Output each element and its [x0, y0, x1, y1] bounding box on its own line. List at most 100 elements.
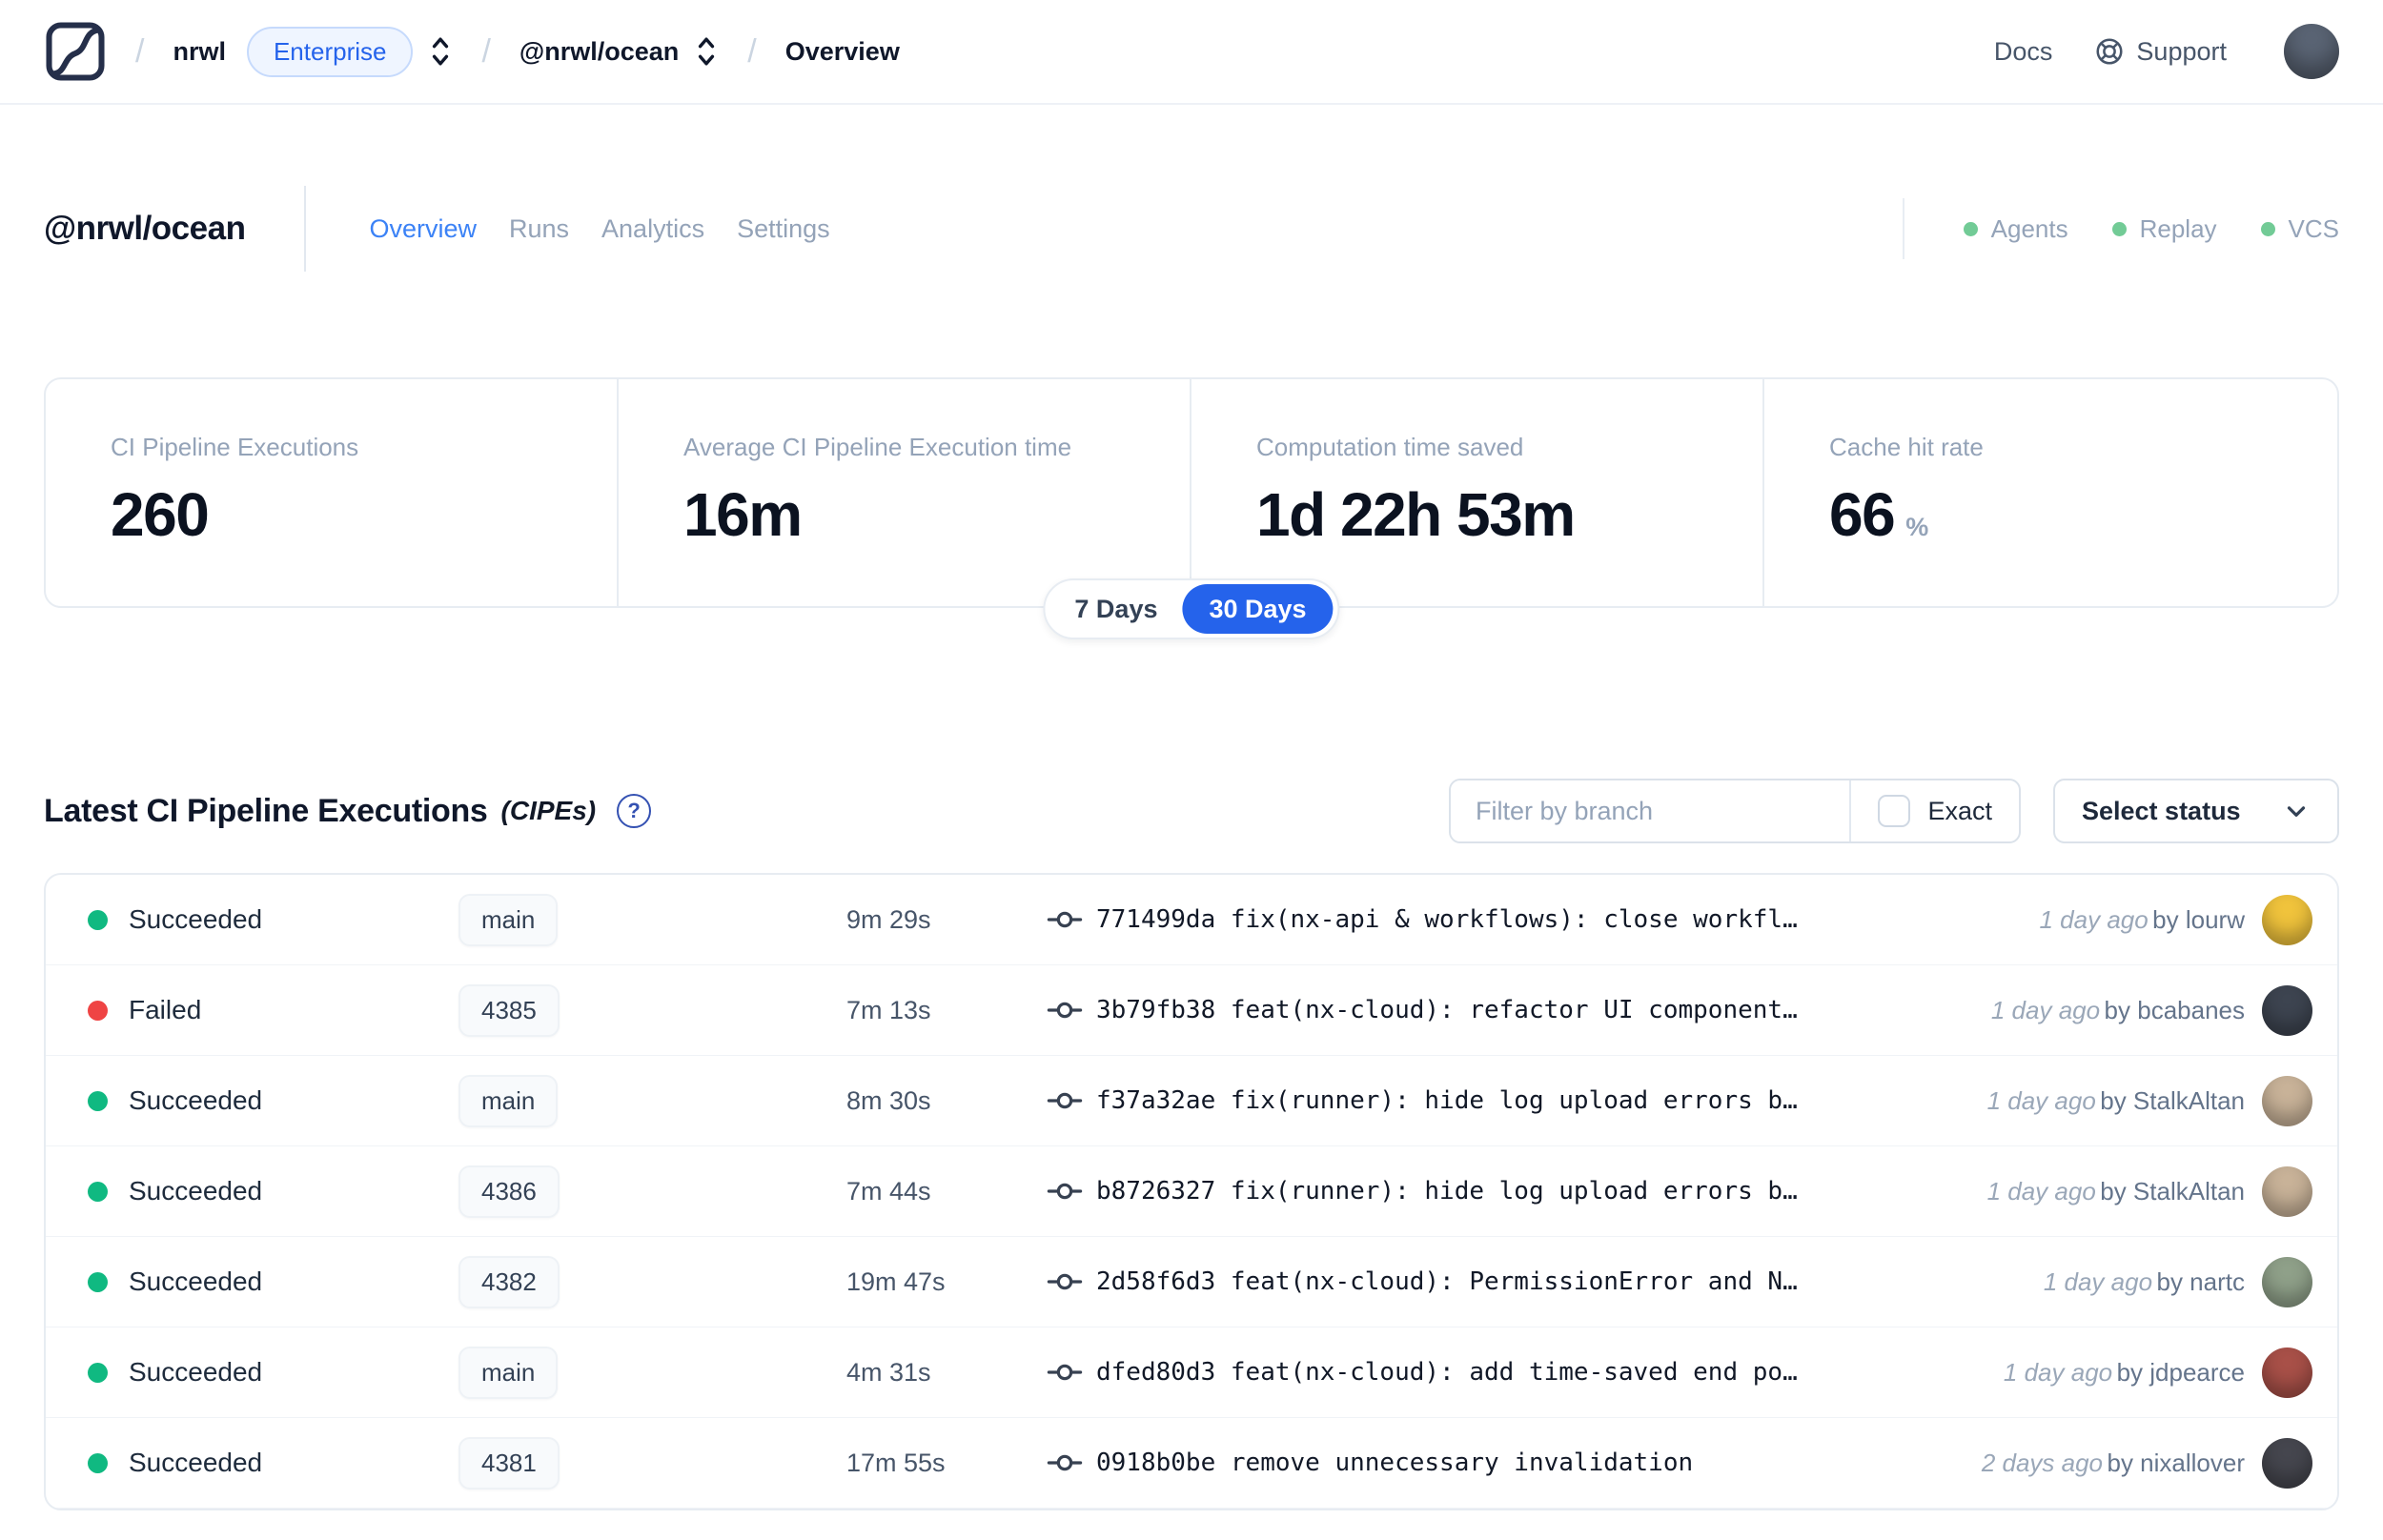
branch-badge[interactable]: 4385 — [458, 983, 560, 1037]
cipe-row[interactable]: Succeeded 4382 19m 47s 2d58f6d3 feat(nx-… — [46, 1237, 2337, 1327]
commit-message: dfed80d3 feat(nx-cloud): add time-saved … — [1096, 1358, 1798, 1387]
breadcrumb-separator: / — [481, 32, 491, 70]
duration-label: 9m 29s — [846, 904, 931, 934]
cipe-row[interactable]: Succeeded main 4m 31s dfed80d3 feat(nx-c… — [46, 1327, 2337, 1418]
tab-analytics[interactable]: Analytics — [601, 214, 704, 244]
avatar[interactable] — [2262, 984, 2312, 1036]
breadcrumb-org[interactable]: nrwl — [173, 37, 226, 67]
commit-message: 0918b0be remove unnecessary invalidation — [1096, 1449, 1694, 1477]
author-label: by jdpearce — [2116, 1357, 2245, 1387]
status-label: Succeeded — [129, 1085, 263, 1115]
exact-match-toggle[interactable]: Exact — [1849, 780, 2019, 841]
page-title: @nrwl/ocean — [44, 210, 246, 247]
range-7-days[interactable]: 7 Days — [1049, 584, 1182, 634]
exact-label: Exact — [1927, 796, 1992, 825]
status-label: Succeeded — [129, 904, 263, 934]
commit-message: 3b79fb38 feat(nx-cloud): refactor UI com… — [1096, 996, 1798, 1024]
status-dot-icon — [2111, 221, 2127, 236]
workspace-tabs: Overview Runs Analytics Settings — [369, 214, 829, 244]
divider — [304, 186, 307, 272]
status-cell: Succeeded — [88, 1176, 458, 1206]
branch-filter-input[interactable] — [1451, 780, 1850, 841]
duration-label: 8m 30s — [846, 1085, 931, 1115]
branch-badge[interactable]: main — [458, 893, 559, 946]
support-link[interactable]: Support — [2094, 36, 2227, 67]
commit-hash: f37a32ae — [1096, 1086, 1216, 1115]
branch-badge[interactable]: main — [458, 1346, 559, 1399]
avatar[interactable] — [2262, 894, 2312, 945]
time-ago-label: 1 day ago — [2039, 904, 2149, 934]
branch-cell: 4382 — [458, 1255, 846, 1308]
breadcrumb-workspace[interactable]: @nrwl/ocean — [519, 37, 679, 67]
feature-vcs: VCS — [2260, 214, 2339, 244]
user-avatar[interactable] — [2284, 24, 2339, 79]
branch-badge[interactable]: 4381 — [458, 1436, 560, 1489]
status-dot-icon — [88, 1362, 108, 1383]
status-label: Succeeded — [129, 1266, 263, 1296]
status-cell: Succeeded — [88, 1085, 458, 1116]
tab-overview[interactable]: Overview — [369, 214, 477, 244]
stat-card-cache-hit-rate: Cache hit rate 66% — [1829, 433, 1984, 549]
branch-cell: 4386 — [458, 1165, 846, 1218]
stat-value: 1d 22h 53m — [1256, 480, 1576, 549]
tab-runs[interactable]: Runs — [509, 214, 569, 244]
meta-cell: 1 day ago by StalkAltan — [1987, 1177, 2245, 1206]
cipe-table: Succeeded main 9m 29s 771499da fix(nx-ap… — [44, 873, 2339, 1510]
cipes-filters: Exact Select status — [1449, 779, 2339, 843]
status-cell: Succeeded — [88, 1448, 458, 1478]
duration-label: 7m 13s — [846, 995, 931, 1024]
breadcrumb-separator: / — [747, 32, 757, 70]
avatar[interactable] — [2262, 1165, 2312, 1217]
status-cell: Succeeded — [88, 904, 458, 935]
status-cell: Succeeded — [88, 1357, 458, 1388]
nx-cloud-logo-icon[interactable] — [44, 20, 107, 83]
cipe-row[interactable]: Succeeded main 8m 30s f37a32ae fix(runne… — [46, 1056, 2337, 1146]
stat-card-computation-time-saved: Computation time saved 1d 22h 53m — [1192, 379, 1764, 606]
chevron-down-icon — [2287, 806, 2306, 817]
git-commit-icon — [1047, 1354, 1083, 1390]
branch-badge[interactable]: main — [458, 1074, 559, 1127]
duration-label: 19m 47s — [846, 1266, 946, 1296]
commit-cell: dfed80d3 feat(nx-cloud): add time-saved … — [1047, 1354, 1985, 1390]
cipe-row[interactable]: Succeeded 4386 7m 44s b8726327 fix(runne… — [46, 1146, 2337, 1237]
org-switcher-icon[interactable] — [428, 36, 453, 67]
meta-cell: 1 day ago by lourw — [2040, 905, 2246, 935]
lifebuoy-icon — [2096, 38, 2123, 65]
commit-cell: f37a32ae fix(runner): hide log upload er… — [1047, 1083, 1968, 1119]
git-commit-icon — [1047, 1264, 1083, 1300]
stat-value: 66 — [1829, 480, 1896, 549]
status-cell: Failed — [88, 995, 458, 1025]
range-30-days[interactable]: 30 Days — [1182, 584, 1334, 634]
status-dot-icon — [88, 1000, 108, 1021]
author-label: by bcabanes — [2104, 995, 2245, 1024]
author-label: by StalkAltan — [2100, 1176, 2245, 1206]
git-commit-icon — [1047, 992, 1083, 1028]
avatar[interactable] — [2262, 1437, 2312, 1489]
status-dot-icon — [1963, 221, 1978, 236]
cipe-table-body: Succeeded main 9m 29s 771499da fix(nx-ap… — [46, 875, 2337, 1509]
commit-hash: dfed80d3 — [1096, 1358, 1216, 1387]
branch-badge[interactable]: 4382 — [458, 1255, 560, 1308]
status-cell: Succeeded — [88, 1266, 458, 1297]
duration-label: 17m 55s — [846, 1448, 946, 1477]
breadcrumb-separator: / — [135, 32, 145, 70]
cipe-row[interactable]: Failed 4385 7m 13s 3b79fb38 feat(nx-clou… — [46, 965, 2337, 1056]
commit-hash: 771499da — [1096, 905, 1216, 934]
commit-cell: 0918b0be remove unnecessary invalidation — [1047, 1445, 1963, 1481]
stat-value: 260 — [111, 480, 210, 549]
docs-link[interactable]: Docs — [1994, 37, 2053, 67]
exact-checkbox[interactable] — [1878, 795, 1911, 827]
commit-message: b8726327 fix(runner): hide log upload er… — [1096, 1177, 1798, 1206]
avatar[interactable] — [2262, 1347, 2312, 1398]
branch-badge[interactable]: 4386 — [458, 1165, 560, 1218]
help-icon[interactable]: ? — [617, 794, 652, 828]
workspace-switcher-icon[interactable] — [694, 36, 719, 67]
stats-section: CI Pipeline Executions 260 Average CI Pi… — [44, 377, 2339, 639]
avatar[interactable] — [2262, 1256, 2312, 1307]
cipe-row[interactable]: Succeeded 4381 17m 55s 0918b0be remove u… — [46, 1418, 2337, 1509]
cipe-row[interactable]: Succeeded main 9m 29s 771499da fix(nx-ap… — [46, 875, 2337, 965]
git-commit-icon — [1047, 1445, 1083, 1481]
status-select-dropdown[interactable]: Select status — [2053, 779, 2339, 843]
tab-settings[interactable]: Settings — [737, 214, 830, 244]
avatar[interactable] — [2262, 1075, 2312, 1126]
